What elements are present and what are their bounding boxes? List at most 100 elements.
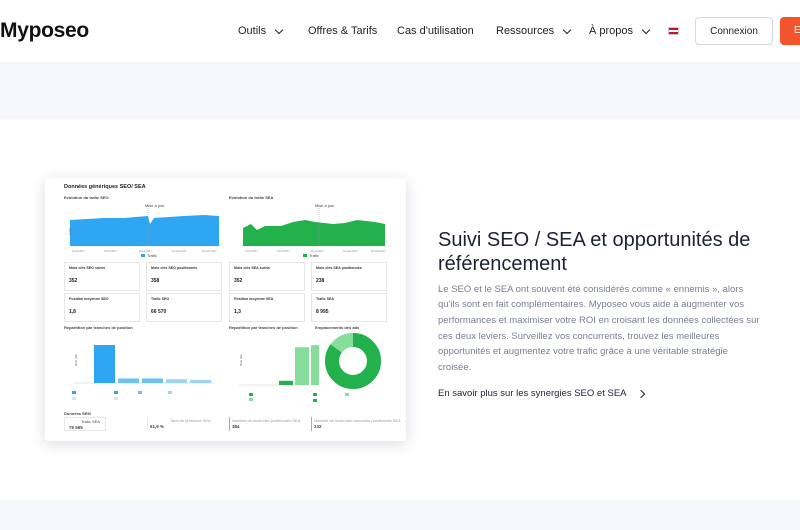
dashboard-title: Données génériques SEO/ SEA — [64, 184, 146, 190]
metric-seo-avg-position: Position moyenne SEO 1,8 — [64, 293, 140, 322]
sea-chart-title: Evolution du trafic SEA — [229, 195, 274, 200]
nav-label: Outils — [238, 25, 267, 37]
section-divider-bottom — [0, 500, 800, 530]
sem-cell-label: Taux de présence SEA — [170, 418, 211, 423]
login-button[interactable]: Connexion — [695, 17, 773, 45]
metric-sea-avg-position: Position moyenne SEA 1,3 — [229, 293, 305, 322]
metric-value: 352 — [69, 278, 78, 284]
metric-label: Position moyenne SEA — [234, 297, 274, 301]
metric-value: 8 995 — [316, 309, 329, 315]
sea-traffic-area — [243, 220, 385, 246]
svg-text:Trafic: Trafic — [68, 227, 72, 235]
nav-label: Offres & Tarifs — [308, 25, 378, 37]
svg-text:26 août 2017: 26 août 2017 — [371, 250, 386, 253]
metric-label: Trafic SEA — [316, 297, 334, 301]
learn-more-link[interactable]: En savoir plus sur les synergies SEO et … — [438, 388, 645, 399]
metric-seo-traffic: Trafic SEO 66 570 — [146, 293, 222, 322]
sea-legend-label: Trafic — [309, 253, 319, 258]
metric-sea-traffic: Trafic SEA 8 995 — [311, 293, 387, 322]
metric-value: 352 — [234, 278, 243, 284]
metric-seo-keywords-positioned: Mots clés SEO positionnés 358 — [146, 262, 222, 291]
distribution-bar — [311, 345, 319, 385]
sea-distribution-title: Répartition par tranches de position — [229, 325, 298, 330]
ad-placement-title: Emplacements des ads — [315, 325, 360, 330]
logo[interactable]: Myposeo — [0, 19, 89, 43]
legend-swatch — [141, 254, 145, 257]
metric-label: Mots clés SEO suivis — [69, 266, 106, 270]
sea-traffic-chart: 01 juil 2017 15 juil 2017 29 juil 2017 1… — [241, 206, 391, 253]
seo-chart-title: Evolution du trafic SEO — [64, 195, 109, 200]
metric-label: Position moyenne SEO — [69, 297, 109, 301]
distribution-bar — [279, 380, 293, 385]
metric-value: 66 570 — [151, 309, 167, 315]
learn-more-label: En savoir plus sur les synergies SEO et … — [438, 388, 627, 399]
dashboard-preview: Données génériques SEO/ SEA Evolution du… — [45, 178, 406, 441]
nav-label: À propos — [589, 25, 634, 37]
distribution-bar — [295, 347, 309, 385]
nav-label: Cas d'utilisation — [397, 25, 474, 37]
distribution-bar — [166, 379, 187, 383]
sem-cell: Nombre de mots clés positionnés SEA 384 — [229, 417, 309, 431]
metric-value: 1,3 — [234, 309, 241, 315]
distribution-bar — [190, 379, 211, 383]
uk-flag-icon[interactable] — [668, 27, 679, 35]
section-heading: Suivi SEO / SEA et opportunités de référ… — [438, 228, 751, 275]
metric-sea-keywords-tracked: Mots clés SEA suivis 352 — [229, 262, 305, 291]
distribution-bar — [118, 378, 139, 383]
nav-label: Ressources — [496, 25, 555, 37]
svg-text:Mots clés: Mots clés — [239, 354, 243, 366]
distribution-bar — [94, 345, 115, 383]
chevron-right-icon — [636, 389, 645, 398]
metric-label: Mots clés SEA suivis — [234, 266, 270, 270]
chevron-down-icon — [641, 25, 651, 34]
svg-text:15 juil 2017: 15 juil 2017 — [277, 250, 290, 253]
metric-value: 358 — [151, 278, 160, 284]
section-divider-top — [0, 62, 800, 119]
seo-distribution-title: Répartition par tranches de position — [64, 325, 133, 330]
seo-traffic-area — [70, 215, 219, 246]
sem-cell-value: 61,9 % — [150, 424, 165, 429]
svg-text:Mots clés: Mots clés — [74, 354, 78, 366]
sem-cell: Taux de présence SEA 61,9 % — [147, 417, 227, 431]
seo-legend-label: Trafic — [147, 253, 157, 258]
sem-cell-value: 384 — [232, 424, 240, 429]
distribution-bar — [142, 378, 163, 383]
nav-item-a-propos[interactable]: À propos — [589, 25, 651, 37]
ad-placement-donut — [325, 333, 381, 389]
chevron-down-icon — [274, 25, 284, 34]
svg-text:01 juil 2017: 01 juil 2017 — [245, 250, 258, 253]
nav-item-offres[interactable]: Offres & Tarifs — [308, 25, 377, 37]
sem-cell-label: Nombre de mots clés positionnés SEA — [232, 418, 301, 423]
sem-cell: Trafic SEA 75 565 — [64, 417, 106, 431]
seo-distribution-chart: Mots clés — [72, 345, 214, 400]
cta-button[interactable]: E — [780, 17, 800, 45]
metric-label: Mots clés SEO positionnés — [151, 266, 198, 270]
sem-cell-value: 75 565 — [69, 425, 83, 430]
sea-distribution-chart: Mots clés — [239, 345, 319, 401]
metric-value: 1,8 — [69, 309, 76, 315]
sem-label: Données SEM — [64, 411, 91, 416]
seo-traffic-chart: Trafic 01 juil 2017 15 juil 2017 29 juil… — [68, 206, 220, 253]
svg-text:26 août 2017: 26 août 2017 — [202, 250, 217, 253]
metric-value: 238 — [316, 278, 325, 284]
sem-cell: Nombre de mots clés communs positionnés … — [311, 417, 401, 431]
sem-summary-row: Données SEM Trafic SEA 75 565 Taux de pr… — [64, 411, 401, 431]
svg-text:12 août 2017: 12 août 2017 — [343, 250, 358, 253]
sem-cell-label: Nombre de mots clés communs positionnés … — [314, 418, 401, 423]
nav-item-cas-utilisation[interactable]: Cas d'utilisation — [397, 25, 474, 37]
sem-cell-value: 232 — [314, 424, 322, 429]
nav-item-ressources[interactable]: Ressources — [496, 25, 572, 37]
section-body: Le SEO et le SEA ont souvent été considé… — [438, 283, 760, 374]
metric-label: Mots clés SEA positionnés — [316, 266, 362, 270]
nav-item-outils[interactable]: Outils — [238, 25, 284, 37]
svg-text:01 juil 2017: 01 juil 2017 — [72, 250, 85, 253]
metric-seo-keywords-tracked: Mots clés SEO suivis 352 — [64, 262, 140, 291]
metric-sea-keywords-positioned: Mots clés SEA positionnés 238 — [311, 262, 387, 291]
ad-placement-legend — [313, 393, 349, 402]
site-header: Myposeo Outils Offres & Tarifs Cas d'uti… — [0, 0, 800, 62]
metric-label: Trafic SEO — [151, 297, 170, 301]
legend-swatch — [303, 254, 307, 257]
chevron-down-icon — [562, 25, 572, 34]
sem-cell-label: Trafic SEA — [81, 419, 100, 424]
svg-text:15 juil 2017: 15 juil 2017 — [104, 250, 117, 253]
